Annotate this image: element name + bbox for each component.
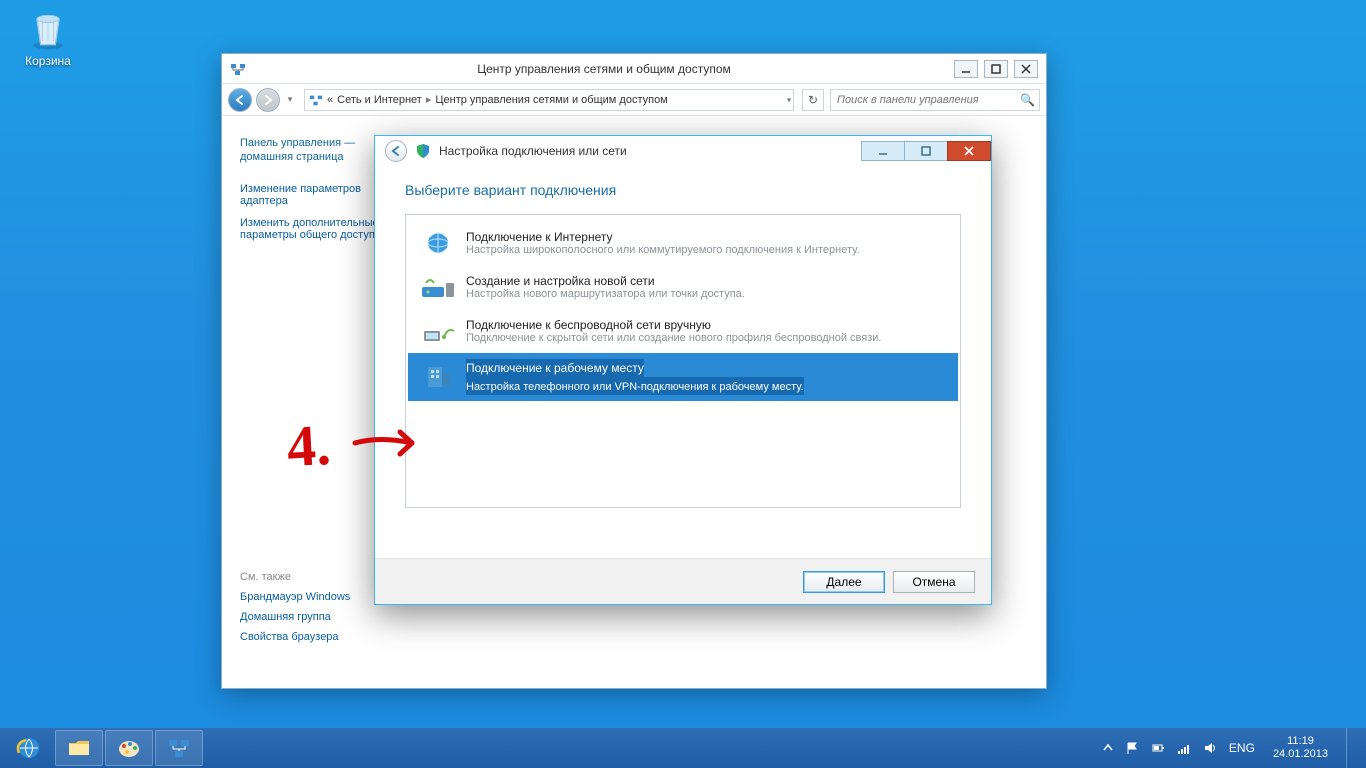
option-title: Подключение к беспроводной сети вручную bbox=[466, 318, 881, 332]
wizard-back-button[interactable] bbox=[385, 140, 407, 162]
nav-back-button[interactable] bbox=[228, 88, 252, 112]
tray-date: 24.01.2013 bbox=[1273, 748, 1328, 761]
shield-icon bbox=[415, 143, 431, 159]
option-desc: Настройка нового маршрутизатора или точк… bbox=[466, 288, 745, 300]
connection-wizard-dialog: Настройка подключения или сети Выберите … bbox=[374, 135, 992, 605]
browser-props-link[interactable]: Свойства браузера bbox=[240, 631, 408, 643]
tray-power-icon[interactable] bbox=[1151, 741, 1165, 755]
option-workplace[interactable]: Подключение к рабочему месту Настройка те… bbox=[408, 353, 958, 401]
search-input[interactable] bbox=[835, 93, 1020, 107]
nav-forward-button[interactable] bbox=[256, 88, 280, 112]
network-center-icon bbox=[230, 61, 246, 77]
cp-title-text: Центр управления сетями и общим доступом bbox=[254, 62, 954, 76]
wireless-icon bbox=[416, 315, 460, 347]
wizard-minimize-button[interactable] bbox=[861, 141, 905, 161]
cp-titlebar[interactable]: Центр управления сетями и общим доступом bbox=[222, 54, 1046, 84]
next-button[interactable]: Далее bbox=[803, 571, 885, 593]
taskbar-paint-icon[interactable] bbox=[105, 730, 153, 766]
connection-options-list: Подключение к ИнтернетуНастройка широкоп… bbox=[405, 214, 961, 508]
wizard-title-text: Настройка подключения или сети bbox=[439, 144, 862, 158]
option-desc: Настройка широкополосного или коммутируе… bbox=[466, 244, 860, 256]
cp-navbar: ▾ « Сеть и Интернет ▸ Центр управления с… bbox=[222, 84, 1046, 116]
tray-show-hidden-icon[interactable] bbox=[1103, 743, 1113, 753]
wizard-titlebar[interactable]: Настройка подключения или сети bbox=[375, 136, 991, 166]
breadcrumb-item[interactable]: Сеть и Интернет bbox=[337, 94, 422, 106]
option-desc: Настройка телефонного или VPN-подключени… bbox=[466, 381, 804, 393]
building-icon bbox=[416, 361, 460, 393]
option-internet[interactable]: Подключение к ИнтернетуНастройка широкоп… bbox=[408, 221, 958, 265]
wizard-headline: Выберите вариант подключения bbox=[405, 182, 961, 198]
cancel-button[interactable]: Отмена bbox=[893, 571, 975, 593]
option-title: Создание и настройка новой сети bbox=[466, 274, 745, 288]
wizard-close-button[interactable] bbox=[947, 141, 991, 161]
option-manual-wireless[interactable]: Подключение к беспроводной сети вручнуюП… bbox=[408, 309, 958, 353]
tray-flag-icon[interactable] bbox=[1125, 741, 1139, 755]
minimize-button[interactable] bbox=[954, 60, 978, 78]
search-icon[interactable]: 🔍 bbox=[1020, 93, 1035, 107]
tray-clock[interactable]: 11:19 24.01.2013 bbox=[1267, 735, 1334, 761]
close-button[interactable] bbox=[1014, 60, 1038, 78]
option-new-network[interactable]: Создание и настройка новой сетиНастройка… bbox=[408, 265, 958, 309]
tray-volume-icon[interactable] bbox=[1203, 741, 1217, 755]
taskbar-ie-icon[interactable] bbox=[5, 730, 53, 766]
breadcrumb-separator: ▸ bbox=[426, 93, 432, 106]
tray-time: 11:19 bbox=[1273, 735, 1328, 748]
globe-icon bbox=[416, 227, 460, 259]
recycle-bin-label: Корзина bbox=[12, 54, 84, 68]
nav-history-dropdown[interactable]: ▾ bbox=[284, 88, 296, 112]
recycle-bin-icon[interactable]: Корзина bbox=[12, 8, 84, 68]
address-bar[interactable]: « Сеть и Интернет ▸ Центр управления сет… bbox=[304, 89, 794, 111]
system-tray: ENG 11:19 24.01.2013 bbox=[1103, 728, 1362, 768]
homegroup-link[interactable]: Домашняя группа bbox=[240, 611, 408, 623]
taskbar: ENG 11:19 24.01.2013 bbox=[0, 728, 1366, 768]
router-icon bbox=[416, 271, 460, 303]
taskbar-controlpanel-icon[interactable] bbox=[155, 730, 203, 766]
wizard-maximize-button[interactable] bbox=[904, 141, 948, 161]
address-icon bbox=[309, 93, 323, 107]
show-desktop-button[interactable] bbox=[1346, 728, 1354, 768]
address-dropdown-icon[interactable]: ▾ bbox=[787, 95, 791, 104]
option-title: Подключение к Интернету bbox=[466, 230, 860, 244]
wizard-footer: Далее Отмена bbox=[375, 558, 991, 604]
option-title: Подключение к рабочему месту bbox=[466, 361, 644, 375]
search-box[interactable]: 🔍 bbox=[830, 89, 1040, 111]
option-desc: Подключение к скрытой сети или создание … bbox=[466, 332, 881, 344]
tray-language[interactable]: ENG bbox=[1229, 741, 1255, 755]
taskbar-explorer-icon[interactable] bbox=[55, 730, 103, 766]
breadcrumb-item[interactable]: Центр управления сетями и общим доступом bbox=[435, 94, 667, 106]
breadcrumb-prefix: « bbox=[327, 94, 333, 106]
refresh-button[interactable]: ↻ bbox=[802, 89, 824, 111]
tray-network-icon[interactable] bbox=[1177, 741, 1191, 755]
maximize-button[interactable] bbox=[984, 60, 1008, 78]
desktop: Корзина Центр управления сетями и общим … bbox=[0, 0, 1366, 728]
